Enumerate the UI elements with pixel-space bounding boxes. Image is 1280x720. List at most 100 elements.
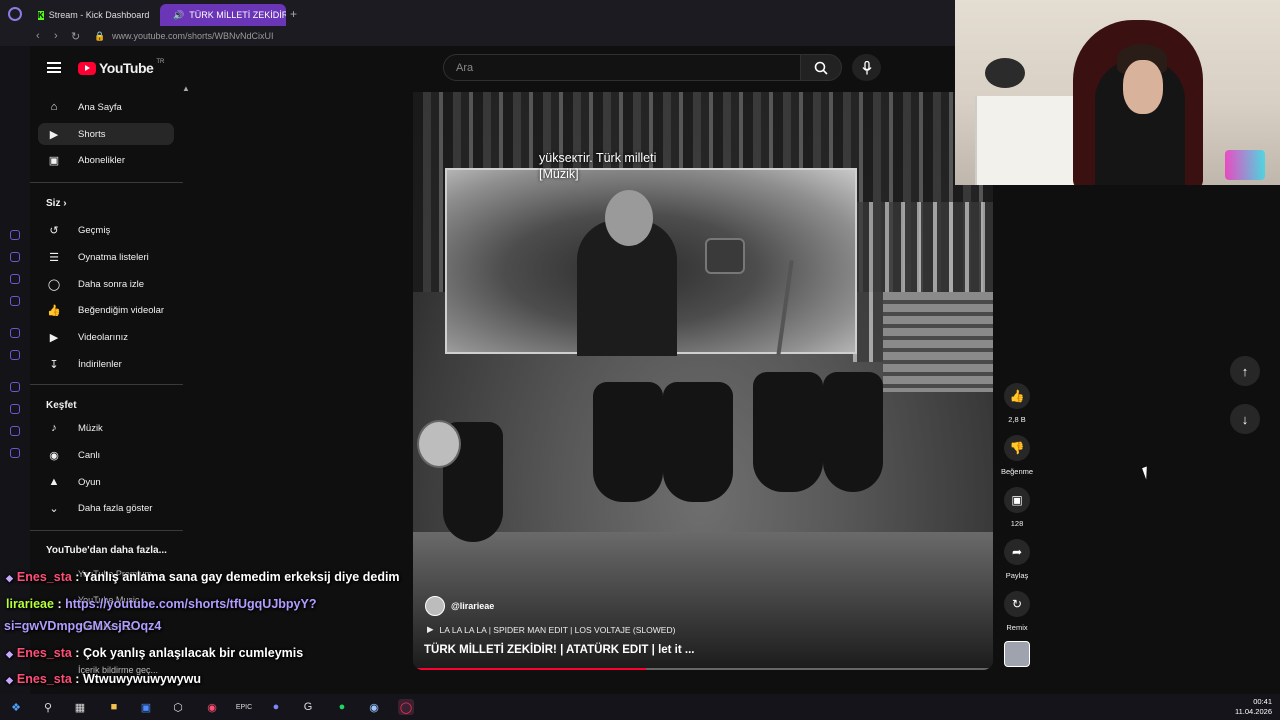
browser-icon[interactable]: ◯	[398, 699, 414, 715]
guide-item-shorts[interactable]: ▶ Shorts	[38, 123, 174, 145]
epic-games-icon[interactable]: EPIC	[236, 699, 252, 715]
taskbar-clock[interactable]: 00:41 11.04.2026	[1235, 697, 1272, 717]
sidebar-app-icon[interactable]	[10, 328, 20, 338]
sidebar-app-icon[interactable]	[10, 404, 20, 414]
guide-item-label: Oynatma listeleri	[78, 251, 149, 263]
app-icon[interactable]: ⬡	[170, 699, 186, 715]
divider	[30, 182, 183, 183]
browser-logo-icon[interactable]	[8, 7, 22, 21]
video-captions: yükseктir. Türk milleti [Müzik]	[539, 150, 656, 182]
kick-icon: K	[38, 10, 44, 20]
remix-label: Remix	[1006, 623, 1028, 632]
share-button[interactable]: ➦ Paylaş	[997, 539, 1037, 580]
url-field[interactable]: www.youtube.com/shorts/WBNvNdCixUI	[112, 31, 274, 41]
microphone-shape	[705, 238, 745, 274]
sidebar-app-icon[interactable]	[10, 230, 20, 240]
forward-icon[interactable]: ›	[54, 30, 58, 42]
video-title[interactable]: TÜRK MİLLETİ ZEKİDİR! | ATATÜRK EDIT | l…	[424, 644, 695, 656]
chat-username: lirarieae	[6, 597, 54, 611]
clock-time: 00:41	[1253, 697, 1272, 706]
tab-youtube-short[interactable]: 🔊 TÜRK MİLLETİ ZEKİDİR	[160, 4, 286, 26]
guide-item-label: Geçmiş	[78, 224, 111, 236]
sidebar-app-icon[interactable]	[10, 252, 20, 262]
reload-icon[interactable]: ↻	[71, 30, 80, 43]
comments-button[interactable]: ▣ 128	[997, 487, 1037, 528]
search-input[interactable]: Ara	[443, 54, 801, 81]
home-icon: ⌂	[50, 101, 58, 113]
like-button[interactable]: 👍 2,8 B	[997, 383, 1037, 424]
caption-line: [Müzik]	[539, 167, 579, 181]
youtube-logo[interactable]: YouTube TR	[78, 59, 164, 76]
guide-item-downloads[interactable]: ↧ İndirilenler	[38, 353, 174, 375]
chat-link[interactable]: https://youtube.com/shorts/tfUgqUJbpyY?	[65, 597, 316, 611]
guide-item-liked-videos[interactable]: 👍 Beğendiğim videolar	[38, 299, 174, 321]
back-icon[interactable]: ‹	[36, 30, 40, 42]
task-view-icon[interactable]: ▦	[72, 699, 88, 715]
shorts-video-player[interactable]: yükseктir. Türk milleti [Müzik] @lirarie…	[413, 92, 993, 670]
guide-item-subscriptions[interactable]: ▣ Abonelikler	[38, 149, 174, 171]
guide-item-playlists[interactable]: ☰ Oynatma listeleri	[38, 246, 174, 268]
spotify-icon[interactable]: ●	[334, 699, 350, 715]
guide-item-music[interactable]: ♪ Müzik	[38, 417, 174, 439]
webcam-rgb-light	[1225, 150, 1265, 180]
caption-line: yükseктir. Türk milleti	[539, 151, 657, 165]
previous-short-button[interactable]: ↑	[1230, 356, 1260, 386]
guide-item-live[interactable]: ◉ Canlı	[38, 444, 174, 466]
app-icon[interactable]: ▣	[138, 699, 154, 715]
app-icon[interactable]: G	[300, 699, 316, 715]
guide-item-your-videos[interactable]: ▶ Videolarınız	[38, 326, 174, 348]
remix-button[interactable]: ↻ Remix	[997, 591, 1037, 632]
sidebar-app-icon[interactable]	[10, 296, 20, 306]
audio-track-link[interactable]: ▶ LA LA LA LA | SPIDER MAN EDIT | LOS VO…	[427, 624, 675, 635]
history-icon: ↺	[49, 224, 59, 237]
guide-item-history[interactable]: ↺ Geçmiş	[38, 219, 174, 241]
guide-item-gaming[interactable]: ▲ Oyun	[38, 471, 174, 493]
webcam-overlay	[955, 0, 1280, 185]
shorts-icon: ▶	[49, 128, 59, 141]
sidebar-app-icon[interactable]	[10, 426, 20, 436]
chat-link[interactable]: si=gwVDmpgGMXsjROqz4	[4, 619, 161, 633]
channel-info[interactable]: @lirarieae	[425, 596, 494, 616]
speaker-icon[interactable]: 🔊	[173, 10, 184, 21]
file-explorer-icon[interactable]: ■	[106, 699, 122, 715]
sidebar-app-icon[interactable]	[10, 448, 20, 458]
guide-section-you[interactable]: Siz ›	[46, 198, 67, 209]
guide-item-show-more[interactable]: ⌄ Daha fazla göster	[38, 497, 174, 519]
chat-username: Enes_sta	[16, 570, 72, 584]
new-tab-button[interactable]: +	[290, 7, 297, 21]
chat-username: Enes_sta	[16, 646, 72, 660]
dancer-figure	[753, 372, 823, 492]
chat-text: Wtwuwywuwywywu	[82, 672, 201, 686]
sidebar-app-icon[interactable]	[10, 350, 20, 360]
discord-icon[interactable]: ●	[268, 699, 284, 715]
chevron-up-icon[interactable]: ▲	[182, 84, 190, 93]
comment-count: 128	[1010, 519, 1024, 528]
dislike-label: Beğenme	[1000, 467, 1034, 476]
audio-track-label: LA LA LA LA | SPIDER MAN EDIT | LOS VOLT…	[439, 624, 676, 635]
sidebar-app-icon[interactable]	[10, 274, 20, 284]
sidebar-app-icon[interactable]	[10, 382, 20, 392]
guide-section-explore: Keşfet	[46, 400, 77, 411]
guide-item-watch-later[interactable]: ◯ Daha sonra izle	[38, 273, 174, 295]
dancer-figure	[823, 372, 883, 492]
tab-kick-dashboard[interactable]: K Stream - Kick Dashboard	[30, 4, 156, 26]
webcam-plant	[985, 58, 1025, 88]
tab-label: Stream - Kick Dashboard	[48, 10, 150, 20]
lock-icon[interactable]: 🔒	[94, 31, 105, 42]
menu-icon[interactable]	[47, 62, 61, 73]
channel-name[interactable]: @lirarieae	[451, 601, 494, 611]
steam-icon[interactable]: ◉	[366, 699, 382, 715]
search-button[interactable]	[800, 54, 842, 81]
channel-avatar[interactable]	[425, 596, 445, 616]
search-icon[interactable]: ⚲	[40, 699, 56, 715]
voice-search-button[interactable]	[852, 54, 881, 81]
dislike-button[interactable]: 👎 Beğenme	[997, 435, 1037, 476]
video-progress-bar[interactable]	[417, 668, 989, 670]
start-menu-icon[interactable]: ❖	[8, 699, 24, 715]
tab-label: TÜRK MİLLETİ ZEKİDİR	[189, 10, 286, 20]
guide-item-home[interactable]: ⌂ Ana Sayfa	[38, 96, 174, 118]
app-icon[interactable]: ◉	[204, 699, 220, 715]
youtube-play-icon	[78, 61, 96, 75]
sound-thumbnail-button[interactable]	[997, 641, 1037, 667]
next-short-button[interactable]: ↓	[1230, 404, 1260, 434]
